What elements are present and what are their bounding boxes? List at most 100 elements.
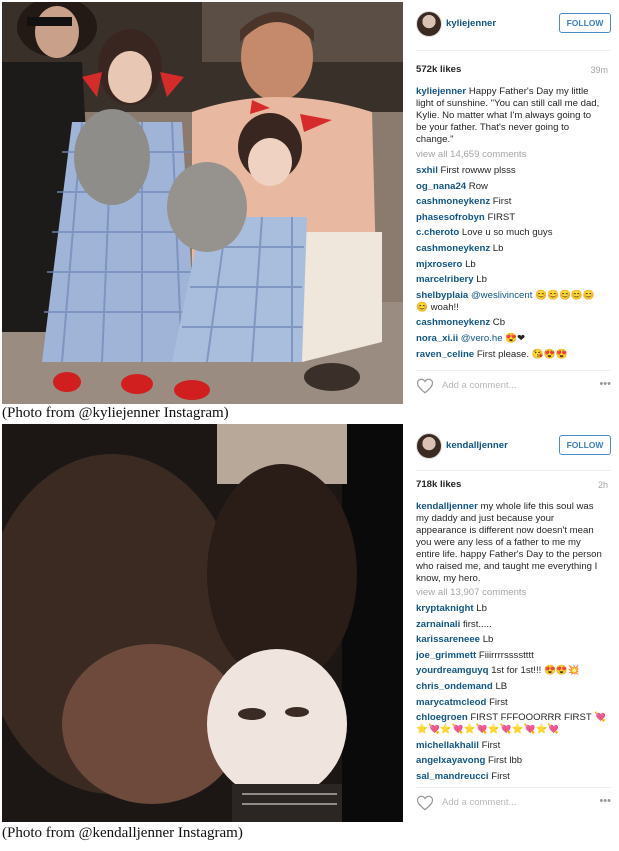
comment-item: nora_xi.ii @vero.he 😍❤: [416, 333, 608, 345]
comment-username[interactable]: kryptaknight: [416, 603, 474, 614]
comment-username[interactable]: chloegroen: [416, 712, 468, 723]
follow-button[interactable]: FOLLOW: [559, 435, 611, 455]
comment-username[interactable]: og_nana24: [416, 181, 466, 192]
comment-username[interactable]: marcelribery: [416, 274, 474, 285]
more-options-icon[interactable]: •••: [599, 378, 611, 390]
comment-username[interactable]: zarnainali: [416, 619, 460, 630]
comment-item: cashmoneykenz First: [416, 196, 608, 208]
comment-text: Lb: [492, 242, 504, 254]
comment-item: cashmoneykenz Cb: [416, 317, 608, 329]
add-comment-input[interactable]: Add a comment...: [442, 380, 516, 392]
comment-username[interactable]: joe_grimmett: [416, 650, 476, 661]
comment-text: Row: [468, 180, 488, 192]
comment-text: first.....: [462, 618, 492, 630]
divider: [416, 787, 611, 788]
divider: [416, 470, 611, 471]
comment-username[interactable]: marycatmcleod: [416, 697, 486, 708]
avatar[interactable]: [416, 433, 442, 459]
comment-mention[interactable]: @weslivincent: [471, 290, 532, 301]
comment-text: Lb: [482, 634, 494, 646]
comment-item: chris_ondemand LB: [416, 681, 608, 693]
comment-username[interactable]: sxhil: [416, 165, 438, 176]
caption-username[interactable]: kendalljenner: [416, 501, 478, 512]
comment-mention[interactable]: @vero.he: [461, 333, 503, 344]
post-caption: kyliejenner Happy Father's Day my little…: [416, 86, 604, 146]
comment-text: First lbb: [488, 755, 523, 767]
likes-count[interactable]: 718k likes: [416, 479, 461, 491]
comment-username[interactable]: phasesofrobyn: [416, 212, 485, 223]
comment-item: michellakhalil First: [416, 740, 608, 752]
comment-text: First: [489, 696, 508, 708]
comments-list: kryptaknight Lb zarnainali first..... kari…: [416, 603, 608, 781]
comment-item: cashmoneykenz Lb: [416, 243, 608, 255]
comment-text: First: [481, 739, 501, 751]
family-photo-illustration: [2, 2, 403, 404]
comment-item: yourdreamguyq 1st for 1st!!! 😍😍💥: [416, 665, 608, 677]
comment-text: 1st for 1st!!! 😍😍💥: [491, 665, 580, 677]
photo-caption-kendall: (Photo from @kendalljenner Instagram): [2, 825, 243, 841]
more-options-icon[interactable]: •••: [599, 795, 611, 807]
caption-text: my whole life this soul was my daddy and…: [416, 501, 602, 584]
comment-username[interactable]: cashmoneykenz: [416, 317, 490, 328]
comment-username[interactable]: michellakhalil: [416, 740, 479, 751]
comment-text: Lb: [465, 258, 476, 270]
post-header: kyliejenner FOLLOW: [416, 11, 611, 39]
comment-item: phasesofrobyn FIRST: [416, 212, 608, 224]
comment-item: karissareneee Lb: [416, 634, 608, 646]
follow-button[interactable]: FOLLOW: [559, 13, 611, 33]
comment-item: c.cheroto Love u so much guys: [416, 227, 608, 239]
divider: [416, 370, 611, 371]
heart-icon[interactable]: [416, 794, 434, 812]
comment-item: raven_celine First please. 😘😍😍: [416, 349, 608, 361]
avatar[interactable]: [416, 11, 442, 37]
comment-username[interactable]: c.cheroto: [416, 227, 459, 238]
comment-item: shelbyplaia @weslivincent 😊😊😊😊😊 😊 woah!!: [416, 290, 608, 314]
comment-username[interactable]: karissareneee: [416, 634, 480, 645]
view-all-comments-link[interactable]: view all 13,907 comments: [416, 587, 526, 599]
comment-item: marcelribery Lb: [416, 274, 608, 286]
comment-text: First rowww plsss: [440, 165, 516, 176]
divider: [416, 50, 611, 51]
comment-item: mjxrosero Lb: [416, 259, 608, 271]
likes-count[interactable]: 572k likes: [416, 64, 461, 76]
comment-text: First: [492, 196, 512, 208]
caption-username[interactable]: kyliejenner: [416, 86, 466, 97]
post-footer: Add a comment... •••: [416, 794, 611, 812]
comment-item: og_nana24 Row: [416, 181, 608, 193]
post-header: kendalljenner FOLLOW: [416, 433, 611, 461]
comment-username[interactable]: cashmoneykenz: [416, 243, 490, 254]
comment-username[interactable]: angelxayavong: [416, 755, 485, 766]
username[interactable]: kendalljenner: [446, 440, 508, 452]
comment-text: 😍❤: [505, 332, 526, 344]
comments-list: sxhil First rowww plsss og_nana24 Row cash…: [416, 165, 608, 364]
comment-username[interactable]: mjxrosero: [416, 259, 462, 270]
comment-text: First please. 😘😍😍: [476, 348, 568, 360]
heart-icon[interactable]: [416, 377, 434, 395]
comment-text: Lb: [476, 603, 487, 614]
comment-text: Fiiirrrrsssstttt: [478, 649, 534, 661]
kylie-post-sidebar: kyliejenner FOLLOW 572k likes 39m kyliej…: [409, 2, 618, 404]
comment-username[interactable]: chris_ondemand: [416, 681, 493, 692]
post-caption: kendalljenner my whole life this soul wa…: [416, 501, 604, 585]
comment-text: Love u so much guys: [461, 227, 553, 239]
comment-username[interactable]: raven_celine: [416, 349, 474, 360]
comment-username[interactable]: yourdreamguyq: [416, 665, 489, 676]
comment-text: First: [491, 770, 510, 781]
comment-username[interactable]: shelbyplaia: [416, 290, 468, 301]
comment-item: sxhil First rowww plsss: [416, 165, 608, 177]
comment-item: chloegroen FIRST FFFOOORRR FIRST 💘⭐💘⭐💘⭐💘…: [416, 712, 608, 736]
photo-caption-kylie: (Photo from @kyliejenner Instagram): [2, 405, 229, 421]
kendall-post-sidebar: kendalljenner FOLLOW 718k likes 2h kenda…: [409, 424, 618, 822]
comment-username[interactable]: sal_mandreucci: [416, 771, 489, 781]
view-all-comments-link[interactable]: view all 14,659 comments: [416, 149, 526, 161]
comment-username[interactable]: cashmoneykenz: [416, 196, 490, 207]
comment-item: zarnainali first.....: [416, 619, 608, 631]
post-time: 39m: [590, 65, 608, 75]
add-comment-input[interactable]: Add a comment...: [442, 797, 516, 809]
comment-text: Lb: [476, 274, 487, 286]
username[interactable]: kyliejenner: [446, 18, 496, 30]
comment-text: FIRST: [487, 211, 516, 223]
comment-username[interactable]: nora_xi.ii: [416, 333, 458, 344]
kendall-post-photo: [2, 424, 403, 822]
comment-item: angelxayavong First lbb: [416, 755, 608, 767]
